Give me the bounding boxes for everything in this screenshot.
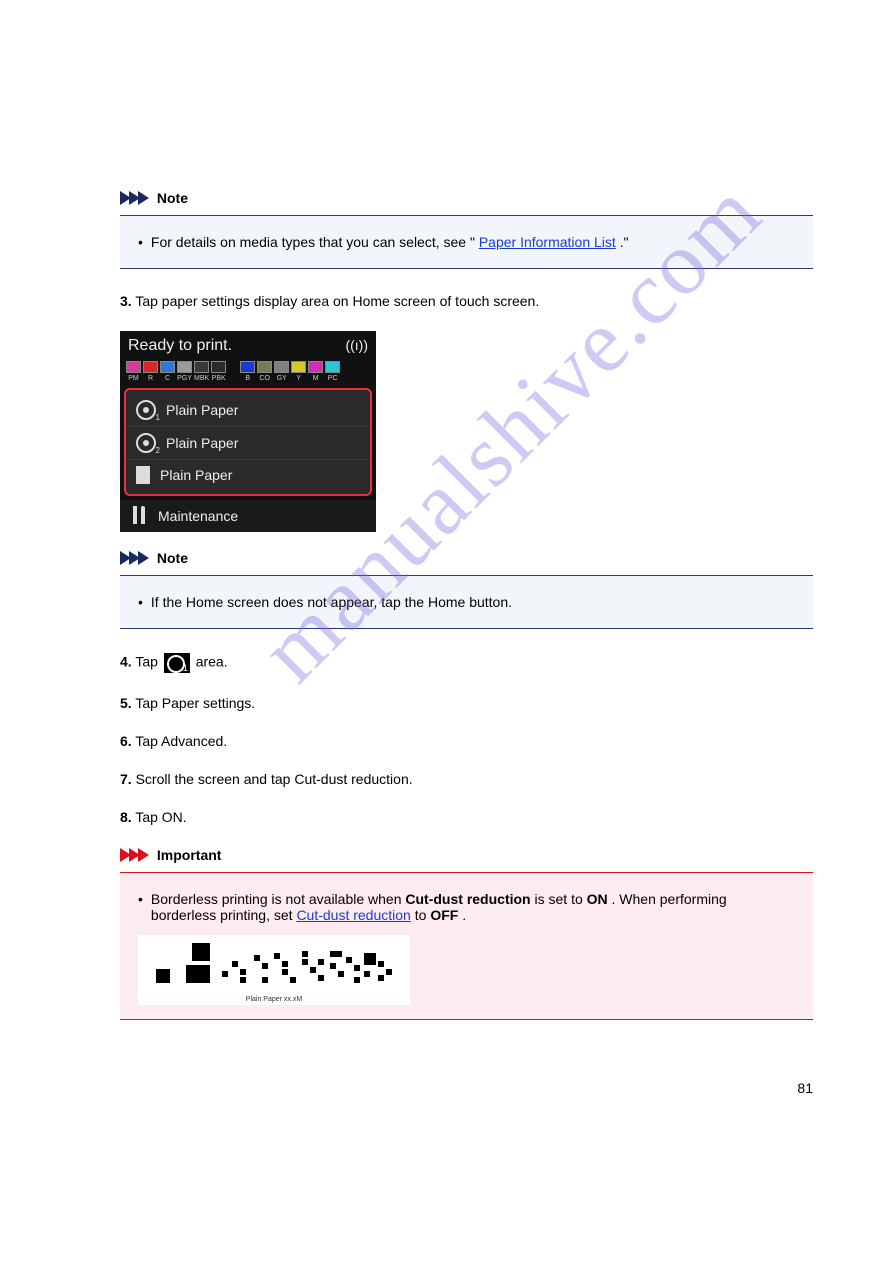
maintenance-icon bbox=[130, 506, 148, 526]
paper-settings-area[interactable]: 1 Plain Paper 2 Plain Paper Plain Paper bbox=[124, 388, 372, 496]
step-7: 7. Scroll the screen and tap Cut-dust re… bbox=[120, 771, 813, 787]
note2-text: If the Home screen does not appear, tap … bbox=[151, 594, 512, 610]
barcode-illustration: Plain Paper xx.xM bbox=[138, 935, 410, 1005]
note-block-2: Note • If the Home screen does not appea… bbox=[120, 550, 813, 629]
note-heading: Note bbox=[157, 190, 188, 206]
step-6: 6. Tap Advanced. bbox=[120, 733, 813, 749]
ink-level-row: PM R C PGY MBK PBK B CO GY Y M PC bbox=[120, 355, 376, 384]
roll1-row[interactable]: 1 Plain Paper bbox=[126, 394, 370, 427]
roll2-row[interactable]: 2 Plain Paper bbox=[126, 427, 370, 460]
sheet-row[interactable]: Plain Paper bbox=[126, 460, 370, 490]
maintenance-row[interactable]: Maintenance bbox=[120, 500, 376, 532]
wifi-icon: ((ı)) bbox=[345, 337, 368, 355]
barcode-caption: Plain Paper xx.xM bbox=[146, 996, 402, 1003]
note1-text: For details on media types that you can … bbox=[151, 234, 629, 250]
step-8: 8. Tap ON. bbox=[120, 809, 813, 825]
note-chevrons-icon bbox=[120, 191, 145, 205]
note-block-1: Note • For details on media types that y… bbox=[120, 190, 813, 269]
step-5: 5. Tap Paper settings. bbox=[120, 695, 813, 711]
page-number: 81 bbox=[120, 1080, 813, 1096]
note-heading-2: Note bbox=[157, 550, 188, 566]
important-b2: Borderless printing is not available whe… bbox=[151, 891, 795, 923]
roll2-icon: 2 bbox=[136, 433, 156, 453]
printer-lcd-screenshot: Ready to print. ((ı)) PM R C PGY MBK PBK… bbox=[120, 331, 376, 532]
top-spacer bbox=[120, 80, 813, 190]
step-3: 3. Tap paper settings display area on Ho… bbox=[120, 293, 813, 309]
lcd-status: Ready to print. bbox=[128, 337, 232, 355]
roll1-icon: 1 bbox=[136, 400, 156, 420]
paper-info-list-link[interactable]: Paper Information List bbox=[479, 234, 616, 250]
cut-dust-link[interactable]: Cut-dust reduction bbox=[296, 907, 410, 923]
bullet-icon: • bbox=[138, 594, 143, 610]
important-block: Important • Borderless printing is not a… bbox=[120, 847, 813, 1020]
note-chevrons-icon bbox=[120, 551, 145, 565]
sheet-icon bbox=[136, 466, 150, 484]
important-chevrons-icon bbox=[120, 848, 145, 862]
bullet-icon: • bbox=[138, 234, 143, 250]
important-heading: Important bbox=[157, 847, 222, 863]
roll1-inline-icon bbox=[164, 653, 190, 673]
bullet-icon: • bbox=[138, 891, 143, 923]
step-4: 4. Tap area. bbox=[120, 653, 813, 673]
